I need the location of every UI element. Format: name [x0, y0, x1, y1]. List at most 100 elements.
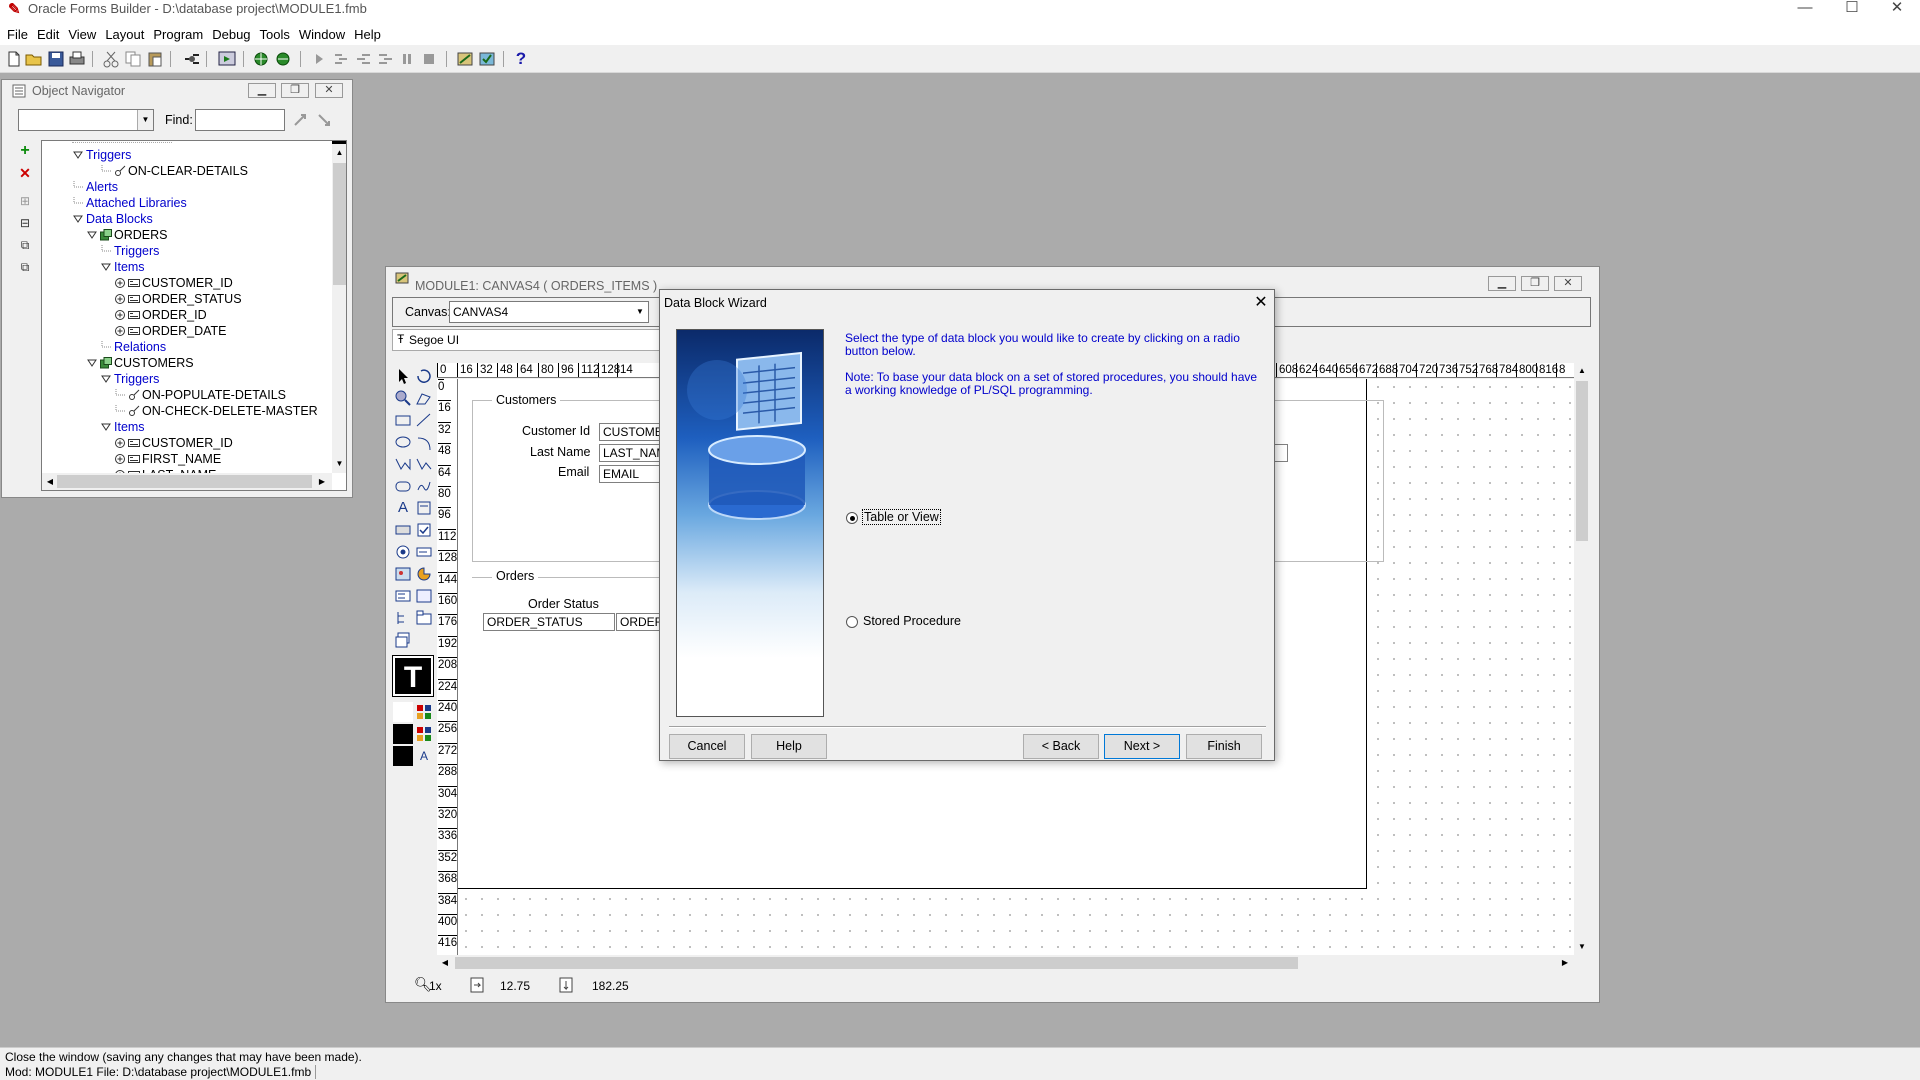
check-box-tool-icon[interactable] — [414, 520, 434, 540]
scroll-right-arrow-icon[interactable]: ▶ — [1559, 957, 1571, 969]
tree-node[interactable]: ORDER_STATUS — [114, 291, 242, 307]
rotate-tool-icon[interactable] — [414, 366, 434, 386]
text-color-swatch[interactable] — [393, 746, 413, 766]
print-icon[interactable] — [67, 49, 87, 69]
expand-node-icon[interactable] — [114, 309, 126, 321]
expand-node-icon[interactable] — [114, 325, 126, 337]
polygon-tool-icon[interactable] — [393, 454, 413, 474]
select-tool-icon[interactable] — [393, 366, 413, 386]
wizard-help-button[interactable]: Help — [751, 734, 827, 759]
go-icon[interactable] — [309, 49, 329, 69]
tree-node[interactable]: Attached Libraries — [72, 195, 187, 211]
menu-layout[interactable]: Layout — [105, 27, 153, 42]
tree-node[interactable]: Data Blocks — [72, 211, 153, 227]
tree-node[interactable]: ON-CLEAR-DETAILS — [100, 163, 248, 179]
new-file-icon[interactable] — [4, 49, 24, 69]
menu-window[interactable]: Window — [299, 27, 354, 42]
step-into-icon[interactable] — [331, 49, 351, 69]
save-icon[interactable] — [46, 49, 66, 69]
tree-node[interactable]: ON-POPULATE-DETAILS — [114, 387, 286, 403]
minimize-button[interactable]: — — [1782, 0, 1828, 16]
font-name-combo[interactable]: Ŧ Segoe UI — [392, 329, 662, 351]
create-node-icon[interactable]: + — [15, 141, 35, 161]
menu-view[interactable]: View — [68, 27, 105, 42]
magnify-tool-icon[interactable] — [393, 388, 413, 408]
layout-restore-button[interactable]: ❐ — [1521, 276, 1549, 291]
menu-program[interactable]: Program — [153, 27, 212, 42]
tree-horizontal-scrollbar[interactable]: ◀ ▶ — [42, 473, 332, 490]
maximize-button[interactable]: ☐ — [1829, 0, 1875, 16]
expand-all-icon[interactable]: ⧉ — [15, 235, 35, 255]
paste-icon[interactable] — [145, 49, 165, 69]
stacked-canvas-tool-icon[interactable] — [393, 630, 413, 650]
wizard-cancel-button[interactable]: Cancel — [669, 734, 745, 759]
wizard-close-button[interactable]: ✕ — [1251, 293, 1271, 313]
stored-procedure-radio[interactable] — [846, 616, 858, 628]
menu-edit[interactable]: Edit — [37, 27, 68, 42]
find-next-icon[interactable] — [315, 111, 335, 129]
find-previous-icon[interactable] — [291, 111, 311, 129]
layout-editor-icon[interactable] — [455, 49, 475, 69]
radio-button-tool-icon[interactable] — [393, 542, 413, 562]
text-tool-icon[interactable]: A — [393, 498, 413, 518]
line-color-swatch[interactable] — [393, 724, 413, 744]
collapse-node-icon[interactable] — [86, 229, 98, 241]
expand-node-icon[interactable]: ⊞ — [15, 191, 35, 211]
tree-hscroll-thumb[interactable] — [57, 475, 312, 488]
canvas-combo[interactable]: CANVAS4 ▼ — [449, 301, 649, 323]
tree-node[interactable]: Triggers — [100, 243, 159, 259]
layout-minimize-button[interactable]: ▁ — [1488, 276, 1516, 291]
reshape-tool-icon[interactable] — [414, 388, 434, 408]
tree-node[interactable]: ORDERS — [86, 227, 167, 243]
navigator-minimize-button[interactable]: ▁ — [248, 83, 276, 98]
tree-scroll-thumb[interactable] — [333, 163, 346, 285]
scroll-left-arrow-icon[interactable]: ◀ — [439, 957, 451, 969]
scroll-down-arrow-icon[interactable]: ▼ — [332, 457, 346, 471]
collapse-all-icon[interactable]: ⧉ — [15, 257, 35, 277]
collapse-node-icon[interactable] — [86, 357, 98, 369]
expand-node-icon[interactable] — [114, 437, 126, 449]
tree-node[interactable]: Alerts — [72, 179, 118, 195]
open-folder-icon[interactable] — [24, 49, 44, 69]
close-app-button[interactable]: ✕ — [1874, 0, 1920, 16]
freehand-tool-icon[interactable] — [414, 476, 434, 496]
table-or-view-radio[interactable] — [846, 512, 858, 524]
arc-tool-icon[interactable] — [414, 432, 434, 452]
navigator-context-combo[interactable]: ▼ — [18, 109, 154, 131]
wizard-next-button[interactable]: Next > — [1104, 734, 1180, 759]
tree-node[interactable]: ORDER_DATE — [114, 323, 227, 339]
chevron-down-icon[interactable]: ▼ — [632, 302, 648, 322]
debug-icon[interactable] — [273, 49, 293, 69]
scroll-right-arrow-icon[interactable]: ▶ — [316, 475, 328, 488]
step-out-icon[interactable] — [375, 49, 395, 69]
polyline-tool-icon[interactable] — [414, 454, 434, 474]
collapse-node-icon[interactable] — [100, 421, 112, 433]
pause-icon[interactable] — [397, 49, 417, 69]
tree-node[interactable]: ON-CHECK-DELETE-MASTER — [114, 403, 318, 419]
canvas-vscroll-thumb[interactable] — [1576, 381, 1588, 541]
compile-icon[interactable] — [182, 49, 202, 69]
rectangle-tool-icon[interactable] — [393, 410, 413, 430]
menu-help[interactable]: Help — [354, 27, 390, 42]
scroll-up-arrow-icon[interactable]: ▲ — [1574, 365, 1590, 377]
button-tool-icon[interactable] — [393, 520, 413, 540]
collapse-node-icon[interactable] — [72, 149, 84, 161]
table-or-view-label[interactable]: Table or View — [862, 509, 941, 525]
collapse-node-icon[interactable] — [72, 213, 84, 225]
canvas-hscroll-thumb[interactable] — [455, 957, 1298, 969]
list-item-tool-icon[interactable] — [393, 586, 413, 606]
wizard-back-button[interactable]: < Back — [1023, 734, 1099, 759]
help-icon[interactable]: ? — [511, 49, 531, 69]
tree-node[interactable]: Items — [100, 419, 145, 435]
fill-color-icon[interactable] — [414, 702, 434, 722]
expand-node-icon[interactable] — [114, 453, 126, 465]
chart-item-tool-icon[interactable] — [414, 564, 434, 584]
tree-vertical-scrollbar[interactable]: ▲ ▼ — [332, 141, 346, 473]
wizard-finish-button[interactable]: Finish — [1186, 734, 1262, 759]
tree-node[interactable]: CUSTOMER_ID — [114, 275, 233, 291]
fill-color-swatch[interactable] — [393, 702, 413, 722]
stop-icon[interactable] — [419, 49, 439, 69]
line-color-icon[interactable] — [414, 724, 434, 744]
order-status-item[interactable]: ORDER_STATUS — [483, 613, 615, 631]
text-color-icon[interactable]: A — [414, 746, 434, 766]
